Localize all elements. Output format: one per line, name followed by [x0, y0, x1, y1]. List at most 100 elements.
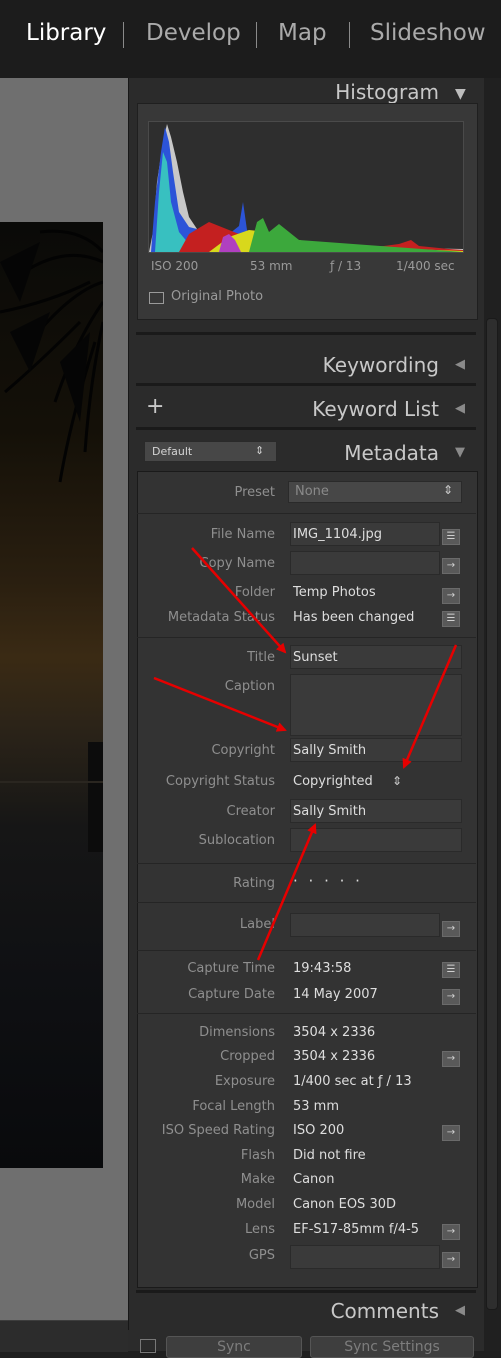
dimensions-label: Dimensions: [199, 1025, 275, 1040]
histogram-collapse-icon[interactable]: ▼: [455, 86, 466, 102]
flash-label: Flash: [240, 1148, 275, 1163]
section-divider: [137, 863, 476, 864]
histogram-graph: [149, 124, 463, 252]
module-separator: [256, 22, 257, 48]
panel-divider: [136, 1290, 476, 1293]
keyword-list-expand-icon[interactable]: ◀: [455, 401, 465, 416]
capture-date-label: Capture Date: [188, 987, 275, 1002]
metadata-view-select[interactable]: Default ⇕: [144, 441, 277, 462]
add-keyword-icon[interactable]: +: [146, 394, 164, 419]
make-label: Make: [240, 1172, 275, 1187]
exposure-value: 1/400 sec at ƒ / 13: [293, 1074, 412, 1089]
sync-button[interactable]: Sync: [166, 1336, 302, 1358]
sublocation-field[interactable]: [290, 828, 462, 852]
capture-time-label: Capture Time: [187, 961, 275, 976]
filmstrip-toolbar: [0, 1320, 128, 1352]
model-value: Canon EOS 30D: [293, 1197, 396, 1212]
histogram-shutter: 1/400 sec: [396, 259, 455, 273]
panel-divider: [136, 427, 476, 430]
creator-label: Creator: [226, 804, 276, 819]
go-arrow-icon[interactable]: →: [442, 921, 460, 937]
select-arrows-icon: ⇕: [255, 444, 265, 457]
copy-name-label: Copy Name: [199, 556, 275, 571]
folder-label: Folder: [234, 585, 275, 600]
section-divider: [137, 637, 476, 638]
select-arrows-icon[interactable]: ⇕: [392, 774, 402, 788]
iso-value: ISO 200: [293, 1123, 345, 1138]
panel-divider: [136, 332, 476, 335]
panel-divider: [136, 383, 476, 386]
sublocation-label: Sublocation: [198, 833, 275, 848]
capture-time-value: 19:43:58: [293, 961, 352, 976]
caption-label: Caption: [224, 679, 275, 694]
go-arrow-icon[interactable]: →: [442, 989, 460, 1005]
keywording-expand-icon[interactable]: ◀: [455, 357, 465, 372]
caption-field[interactable]: [290, 674, 462, 736]
module-picker: Library Develop Map Slideshow: [0, 0, 501, 78]
original-photo-label: Original Photo: [171, 289, 264, 304]
copyright-status-label: Copyright Status: [165, 774, 275, 789]
metadata-collapse-icon[interactable]: ▼: [455, 445, 465, 460]
module-library[interactable]: Library: [26, 20, 106, 46]
sync-settings-button[interactable]: Sync Settings: [310, 1336, 474, 1358]
list-icon[interactable]: ☰: [442, 962, 460, 978]
gps-label: GPS: [248, 1248, 275, 1263]
section-divider: [137, 950, 476, 951]
rating-stars[interactable]: · · · · ·: [293, 872, 363, 890]
go-arrow-icon[interactable]: →: [442, 1051, 460, 1067]
rating-label: Rating: [233, 876, 275, 891]
dimensions-value: 3504 x 2336: [293, 1025, 376, 1040]
keyword-list-header[interactable]: Keyword List: [312, 397, 439, 421]
label-field[interactable]: [290, 913, 440, 937]
lens-value: EF-S17-85mm f/4-5: [293, 1222, 420, 1237]
metadata-status-label: Metadata Status: [167, 610, 275, 625]
section-divider: [137, 1013, 476, 1014]
list-icon[interactable]: ☰: [442, 611, 460, 627]
cropped-label: Cropped: [220, 1049, 275, 1064]
histogram-focal: 53 mm: [250, 259, 293, 273]
go-arrow-icon[interactable]: →: [442, 558, 460, 574]
file-name-value: IMG_1104.jpg: [293, 527, 382, 542]
histogram-chart[interactable]: [148, 121, 464, 253]
make-value: Canon: [293, 1172, 335, 1187]
exposure-label: Exposure: [214, 1074, 275, 1089]
section-divider: [137, 902, 476, 903]
go-arrow-icon[interactable]: →: [442, 1224, 460, 1240]
cropped-value: 3504 x 2336: [293, 1049, 376, 1064]
lens-label: Lens: [244, 1222, 275, 1237]
preset-label: Preset: [234, 485, 275, 500]
metadata-status-value: Has been changed: [293, 610, 415, 625]
copyright-label: Copyright: [211, 743, 275, 758]
panel-scrollbar-thumb[interactable]: [486, 318, 498, 1310]
comments-header[interactable]: Comments: [331, 1299, 439, 1323]
copyright-value: Sally Smith: [293, 743, 367, 758]
flash-value: Did not fire: [293, 1148, 366, 1163]
histogram-aperture: ƒ / 13: [330, 259, 362, 273]
gps-field[interactable]: [290, 1245, 440, 1269]
histogram-header[interactable]: Histogram: [335, 80, 439, 104]
histogram-iso: ISO 200: [151, 259, 199, 273]
model-label: Model: [235, 1197, 275, 1212]
go-arrow-icon[interactable]: →: [442, 588, 460, 604]
copy-name-field[interactable]: [290, 551, 440, 575]
module-develop[interactable]: Develop: [146, 20, 241, 46]
comments-expand-icon[interactable]: ◀: [455, 1303, 465, 1318]
go-arrow-icon[interactable]: →: [442, 1252, 460, 1268]
metadata-header[interactable]: Metadata: [344, 441, 439, 465]
focal-length-label: Focal Length: [192, 1099, 275, 1114]
module-slideshow[interactable]: Slideshow: [370, 20, 486, 46]
folder-value: Temp Photos: [293, 585, 376, 600]
focal-length-value: 53 mm: [293, 1099, 340, 1114]
file-name-label: File Name: [210, 527, 275, 542]
original-photo-icon[interactable]: [149, 292, 164, 304]
photo-preview: [0, 222, 105, 1168]
preset-select[interactable]: None ⇕: [288, 481, 462, 503]
keywording-header[interactable]: Keywording: [323, 353, 439, 377]
copyright-status-select[interactable]: Copyrighted: [293, 774, 373, 789]
go-arrow-icon[interactable]: →: [442, 1125, 460, 1141]
title-label: Title: [247, 650, 275, 665]
module-map[interactable]: Map: [278, 20, 327, 46]
list-icon[interactable]: ☰: [442, 529, 460, 545]
palm-silhouette: [0, 229, 105, 852]
module-separator: [349, 22, 350, 48]
